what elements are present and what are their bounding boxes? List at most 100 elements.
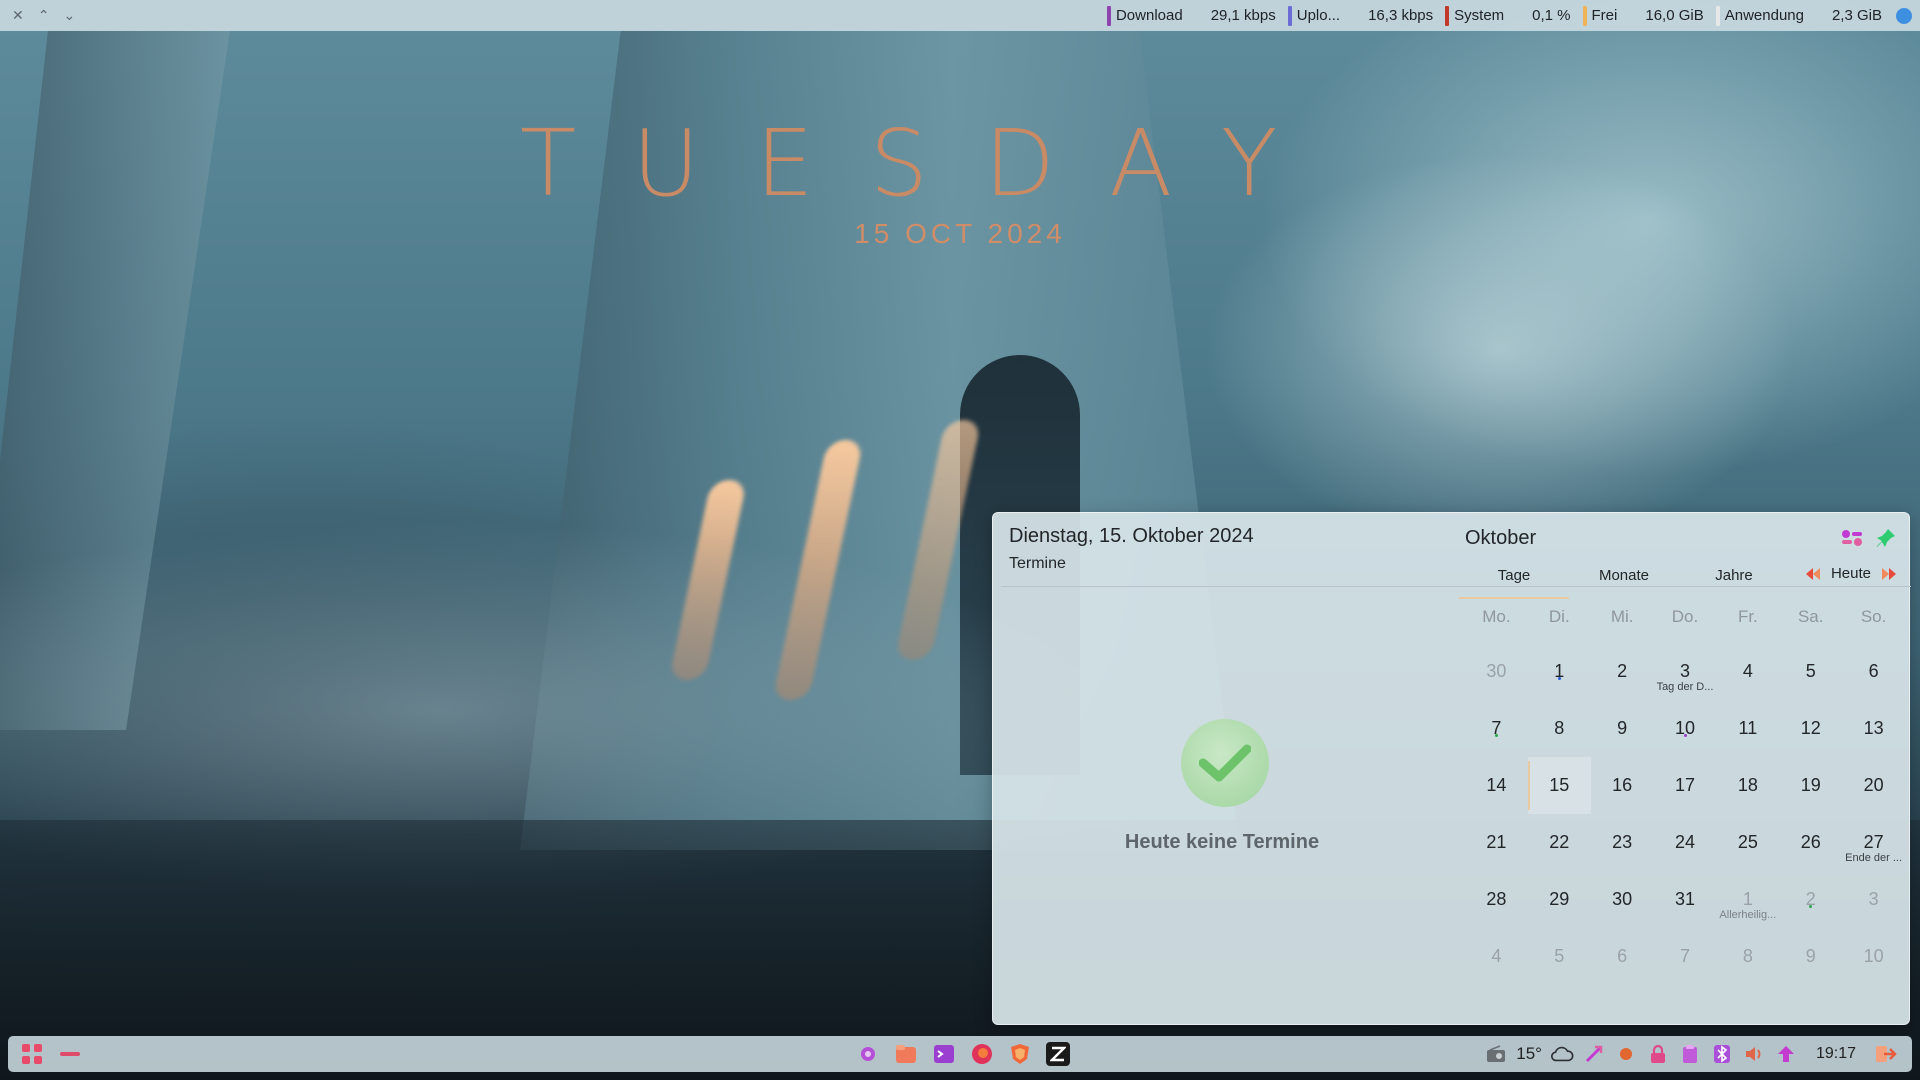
day-cell[interactable]: 1 Allerheilig... xyxy=(1716,871,1779,928)
day-cell[interactable]: 13 xyxy=(1842,700,1905,757)
day-cell[interactable]: 1 xyxy=(1528,643,1591,700)
monitor-item[interactable]: System 0,1 % xyxy=(1445,0,1571,31)
day-cell[interactable]: 23 xyxy=(1591,814,1654,871)
maximize-window-button[interactable]: ⌃ xyxy=(38,7,50,24)
day-cell[interactable]: 22 xyxy=(1528,814,1591,871)
file-manager-icon[interactable] xyxy=(894,1042,918,1066)
day-cell[interactable]: 27 Ende der ... xyxy=(1842,814,1905,871)
day-cell[interactable]: 9 xyxy=(1779,928,1842,985)
clipboard-icon[interactable] xyxy=(1678,1042,1702,1066)
day-cell[interactable]: 4 xyxy=(1465,928,1528,985)
next-month-icon[interactable] xyxy=(1881,567,1897,581)
day-cell-today[interactable]: 15 xyxy=(1527,757,1591,814)
day-cell[interactable]: 2 xyxy=(1779,871,1842,928)
day-cell[interactable]: 6 xyxy=(1591,928,1654,985)
monitor-item[interactable]: Uplo... 16,3 kbps xyxy=(1287,0,1433,31)
day-cell[interactable]: 8 xyxy=(1716,928,1779,985)
day-cell[interactable]: 5 xyxy=(1779,643,1842,700)
day-number: 30 xyxy=(1486,661,1507,681)
day-cell[interactable]: 30 xyxy=(1591,871,1654,928)
notification-icon[interactable] xyxy=(1896,7,1912,24)
day-cell[interactable]: 3 xyxy=(1842,871,1905,928)
day-cell[interactable]: 2 xyxy=(1591,643,1654,700)
event-dot xyxy=(1683,734,1687,737)
day-cell[interactable]: 4 xyxy=(1716,643,1779,700)
day-cell[interactable]: 28 xyxy=(1465,871,1528,928)
window-buttons: ✕ ⌃ ⌄ xyxy=(0,7,75,24)
cloud-icon[interactable] xyxy=(1550,1042,1574,1066)
lock-icon[interactable] xyxy=(1646,1042,1670,1066)
day-number: 24 xyxy=(1674,832,1696,852)
day-cell[interactable]: 14 xyxy=(1465,757,1528,814)
day-number: 5 xyxy=(1805,661,1816,681)
bluetooth-icon[interactable] xyxy=(1710,1042,1734,1066)
day-number: 31 xyxy=(1674,889,1696,909)
day-cell[interactable]: 3 Tag der D... xyxy=(1654,643,1717,700)
day-cell[interactable]: 12 xyxy=(1779,700,1842,757)
tab-years[interactable]: Jahre xyxy=(1679,565,1789,599)
day-cell[interactable]: 7 xyxy=(1654,928,1717,985)
monitor-item[interactable]: Anwendung 2,3 GiB xyxy=(1715,0,1882,31)
day-cell[interactable]: 19 xyxy=(1779,757,1842,814)
day-cell[interactable]: 5 xyxy=(1528,928,1591,985)
agenda-pane: Dienstag, 15. Oktober 2024 Termine Heute… xyxy=(993,513,1451,1024)
configure-icon[interactable] xyxy=(1841,527,1863,549)
day-cell[interactable]: 7 xyxy=(1465,700,1528,757)
day-cell[interactable]: 17 xyxy=(1654,757,1717,814)
day-cell[interactable]: 25 xyxy=(1716,814,1779,871)
minimize-window-button[interactable]: ⌄ xyxy=(63,7,75,24)
day-cell[interactable]: 29 xyxy=(1528,871,1591,928)
day-cell[interactable]: 6 xyxy=(1842,643,1905,700)
network-icon[interactable] xyxy=(1774,1042,1798,1066)
system-monitors: Download 29,1 kbps Uplo... 16,3 kbps System 0… xyxy=(1095,0,1882,31)
close-window-button[interactable]: ✕ xyxy=(12,7,24,24)
day-number: 25 xyxy=(1737,832,1758,852)
day-cell[interactable]: 21 xyxy=(1465,814,1528,871)
day-number: 3 xyxy=(1868,889,1879,909)
show-desktop-icon[interactable] xyxy=(58,1042,82,1066)
day-cell[interactable]: 24 xyxy=(1654,814,1717,871)
weather-temperature[interactable]: 15° xyxy=(1516,1044,1542,1064)
day-cell[interactable]: 11 xyxy=(1716,700,1779,757)
day-cell[interactable]: 9 xyxy=(1591,700,1654,757)
taskbar-clock[interactable]: 19:17 xyxy=(1816,1045,1856,1063)
tab-months[interactable]: Monate xyxy=(1569,565,1679,599)
kde-connect-icon[interactable] xyxy=(1582,1042,1606,1066)
day-number: 26 xyxy=(1800,832,1821,852)
day-cell[interactable]: 30 xyxy=(1465,643,1528,700)
month-title: Oktober xyxy=(1465,527,1537,549)
pin-icon[interactable] xyxy=(1875,527,1897,549)
logout-icon[interactable] xyxy=(1874,1042,1898,1066)
day-number: 20 xyxy=(1863,775,1884,795)
day-cell[interactable]: 26 xyxy=(1779,814,1842,871)
day-cell[interactable]: 18 xyxy=(1716,757,1779,814)
day-cell[interactable]: 31 xyxy=(1654,871,1717,928)
monitor-label: Anwendung xyxy=(1724,7,1804,24)
day-cell[interactable]: 10 xyxy=(1842,928,1905,985)
radio-icon[interactable] xyxy=(1484,1042,1508,1066)
brave-browser-icon[interactable] xyxy=(1008,1042,1032,1066)
tab-days[interactable]: Tage xyxy=(1459,565,1569,599)
day-cell[interactable]: 10 xyxy=(1654,700,1717,757)
record-icon[interactable] xyxy=(1614,1042,1638,1066)
settings-gear-icon[interactable] xyxy=(856,1042,880,1066)
week-row: 30 1 2 3 Tag der D... 4 5 6 xyxy=(1465,643,1905,700)
monitor-item[interactable]: Download 29,1 kbps xyxy=(1106,0,1276,31)
day-number: 15 xyxy=(1549,775,1570,795)
today-button[interactable]: Heute xyxy=(1831,565,1871,582)
day-number: 3 xyxy=(1680,661,1691,681)
app-launcher-icon[interactable] xyxy=(20,1042,44,1066)
calendar-divider xyxy=(1451,586,1911,587)
weekday-label: So. xyxy=(1860,607,1887,626)
monitor-item[interactable]: Frei 16,0 GiB xyxy=(1582,0,1704,31)
week-row: 28 29 30 31 1 Allerheilig... 2 3 xyxy=(1465,871,1905,928)
zed-editor-icon[interactable] xyxy=(1046,1042,1070,1066)
day-cell[interactable]: 16 xyxy=(1591,757,1654,814)
terminal-icon[interactable] xyxy=(932,1042,956,1066)
day-cell[interactable]: 20 xyxy=(1842,757,1905,814)
previous-month-icon[interactable] xyxy=(1805,567,1821,581)
day-cell[interactable]: 8 xyxy=(1528,700,1591,757)
taskbar: 15° 19:17 xyxy=(8,1036,1912,1072)
volume-icon[interactable] xyxy=(1742,1042,1766,1066)
firefox-icon[interactable] xyxy=(970,1042,994,1066)
